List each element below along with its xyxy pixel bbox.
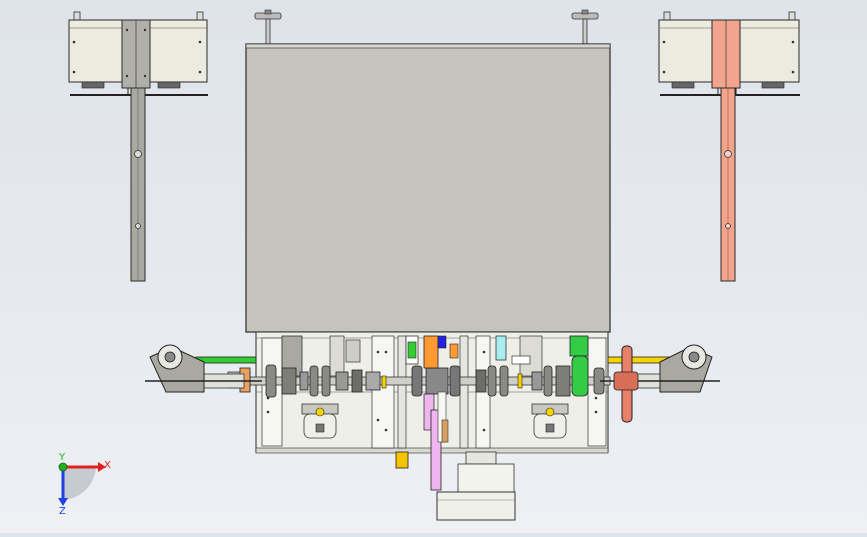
bottom-motor[interactable] — [395, 451, 516, 521]
triad-x-label: X — [104, 460, 111, 471]
handwheel-icon[interactable] — [254, 9, 282, 46]
left-motor-assembly[interactable] — [68, 11, 208, 282]
coordinate-triad-icon: X Y Z — [58, 452, 111, 517]
right-clamp[interactable] — [531, 403, 569, 439]
cad-viewport[interactable]: X Y Z — [0, 0, 867, 533]
handwheel-icon[interactable] — [571, 9, 599, 46]
triad-z-label: Z — [59, 506, 66, 517]
left-clamp[interactable] — [301, 403, 339, 439]
triad-y-label: Y — [58, 452, 66, 463]
right-rail-assembly[interactable] — [600, 344, 720, 423]
assembly-drawing[interactable]: X Y Z — [0, 0, 867, 533]
right-motor-assembly[interactable] — [658, 11, 800, 282]
center-cover-panel[interactable] — [245, 9, 611, 333]
